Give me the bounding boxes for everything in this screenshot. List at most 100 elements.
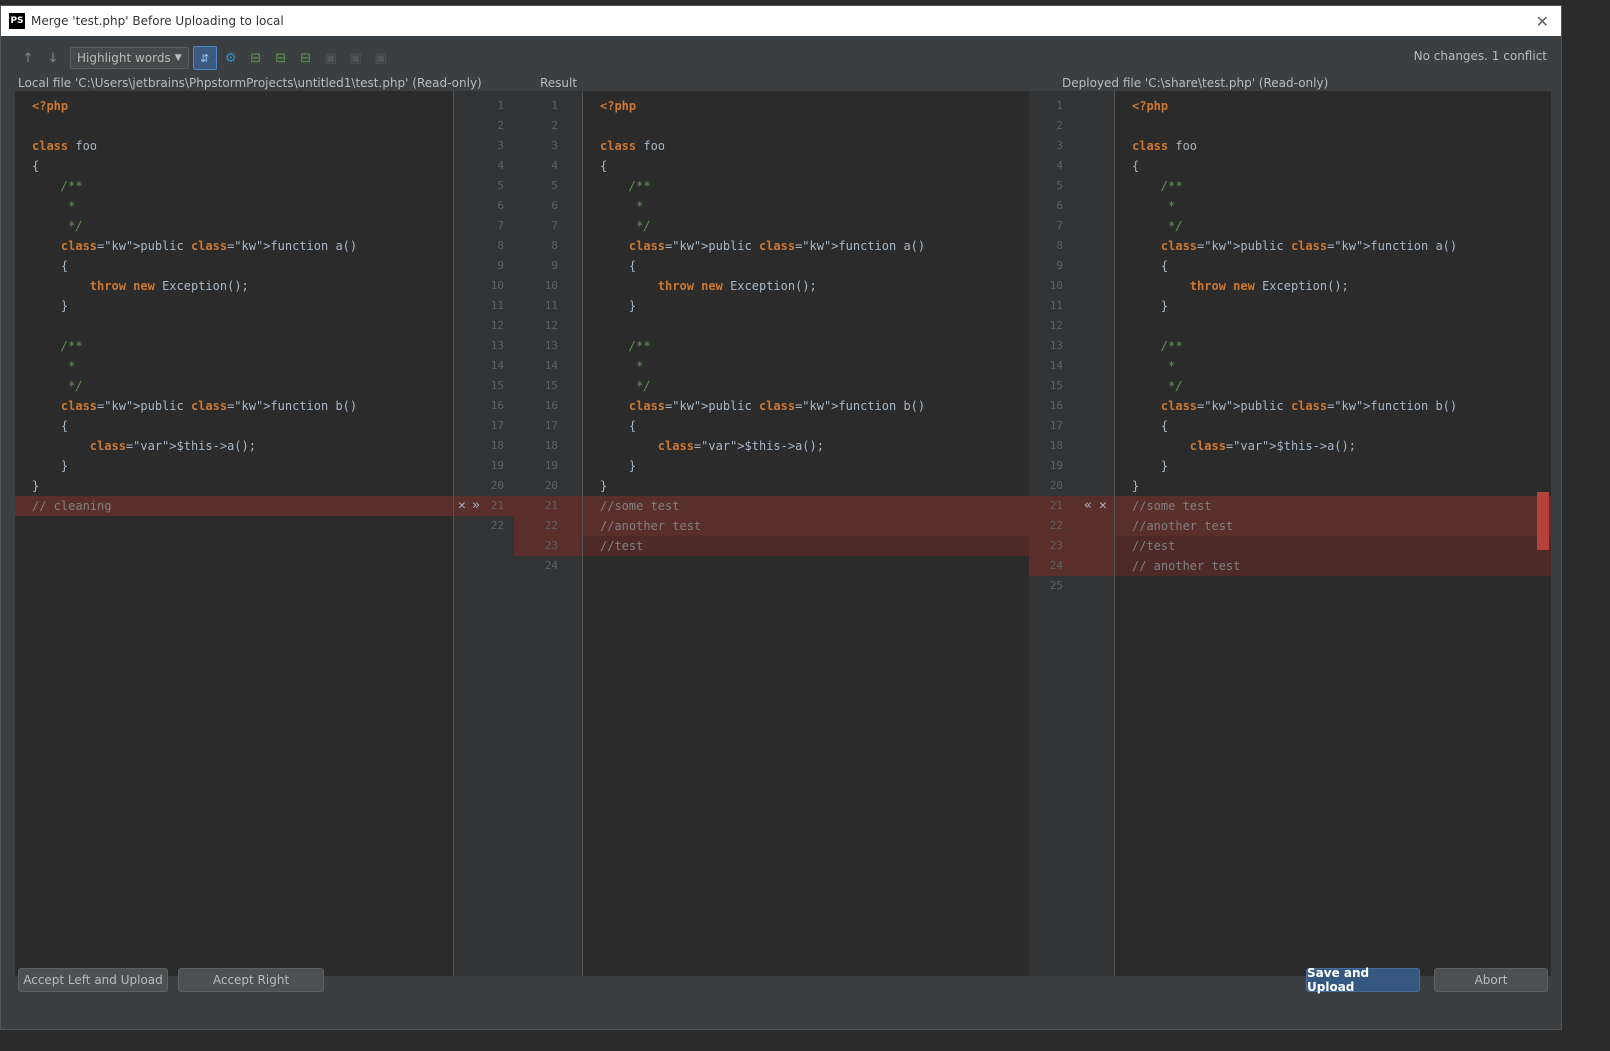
result-code-line[interactable]: //another test [600, 516, 701, 536]
result-code-line[interactable]: */ [600, 376, 650, 396]
apply-left-chevron-right-icon[interactable]: » [472, 496, 480, 516]
toolbar: ↑ ↓ Highlight words ▼ ⇵ ⚙ ⊟ ⊟ ⊟ ▣ ▣ ▣ No… [1, 44, 1561, 72]
right-code-line[interactable]: //test [1132, 536, 1175, 556]
reject-right-close-icon[interactable]: ✕ [1099, 496, 1107, 516]
accept-left-side-icon[interactable]: ▣ [320, 47, 342, 69]
left-code-line[interactable]: /** [32, 336, 83, 356]
left-code-line[interactable]: } [32, 456, 68, 476]
close-icon[interactable]: ✕ [1536, 12, 1549, 31]
left-code-line[interactable]: // cleaning [32, 496, 111, 516]
right-line-number: 14 [1049, 359, 1063, 372]
left-code-line[interactable]: /** [32, 176, 83, 196]
result-code-line[interactable]: class foo [600, 136, 665, 156]
left-code-line[interactable]: { [32, 156, 39, 176]
left-code-line[interactable]: } [32, 296, 68, 316]
left-code-line[interactable]: class="var">$this->a(); [32, 436, 256, 456]
right-code-line[interactable]: * [1132, 196, 1175, 216]
right-code-line[interactable]: class="kw">public class="kw">function a(… [1132, 236, 1457, 256]
left-line-number: 22 [490, 519, 504, 532]
result-line-number: 15 [544, 379, 558, 392]
result-code-line[interactable]: } [600, 296, 636, 316]
left-code-line[interactable]: class foo [32, 136, 97, 156]
highlight-mode-dropdown[interactable]: Highlight words ▼ [70, 47, 189, 69]
result-code-line[interactable]: } [600, 456, 636, 476]
right-code-line[interactable]: /** [1132, 336, 1183, 356]
left-code-line[interactable]: { [32, 416, 68, 436]
conflict-scroll-marker[interactable] [1537, 492, 1549, 550]
next-change-icon[interactable]: ↓ [42, 47, 64, 69]
apply-left-icon[interactable]: ⊟ [245, 47, 267, 69]
right-code-line[interactable]: { [1132, 416, 1168, 436]
right-code-line[interactable]: * [1132, 356, 1175, 376]
left-line-number: 9 [497, 259, 504, 272]
result-code-line[interactable]: <?php [600, 96, 636, 116]
left-editor[interactable]: <?php class foo{ /** * */ class="kw">publ… [15, 91, 453, 976]
left-code-line[interactable]: <?php [32, 96, 68, 116]
left-line-number: 21 [490, 499, 504, 512]
prev-change-icon[interactable]: ↑ [17, 47, 39, 69]
right-code-line[interactable]: */ [1132, 376, 1182, 396]
right-code-line[interactable]: <?php [1132, 96, 1168, 116]
left-code-line[interactable]: * [32, 356, 75, 376]
result-code-line[interactable]: { [600, 156, 607, 176]
right-code-line[interactable]: //another test [1132, 516, 1233, 536]
left-code-line[interactable]: class="kw">public class="kw">function a(… [32, 236, 357, 256]
right-code-line[interactable]: class="var">$this->a(); [1132, 436, 1356, 456]
right-code-line[interactable]: /** [1132, 176, 1183, 196]
compare-icon[interactable]: ▣ [370, 47, 392, 69]
right-code-line[interactable]: //some test [1132, 496, 1211, 516]
result-code-line[interactable]: */ [600, 216, 650, 236]
left-code-line[interactable]: throw new Exception(); [32, 276, 249, 296]
result-code-line[interactable]: } [600, 476, 607, 496]
gear-icon[interactable]: ⚙ [220, 47, 242, 69]
result-code-line[interactable]: * [600, 196, 643, 216]
result-line-number: 20 [544, 479, 558, 492]
left-line-number: 2 [497, 119, 504, 132]
result-code-line[interactable]: //test [600, 536, 643, 556]
accept-right-button[interactable]: Accept Right [178, 968, 324, 992]
right-code-line[interactable]: class="kw">public class="kw">function b(… [1132, 396, 1457, 416]
accept-left-button[interactable]: Accept Left and Upload [18, 968, 168, 992]
result-code-line[interactable]: class="var">$this->a(); [600, 436, 824, 456]
left-code-line[interactable]: } [32, 476, 39, 496]
left-code-line[interactable]: class="kw">public class="kw">function b(… [32, 396, 357, 416]
result-code-line[interactable]: class="kw">public class="kw">function b(… [600, 396, 925, 416]
result-line-number: 22 [544, 519, 558, 532]
result-code-line[interactable]: * [600, 356, 643, 376]
right-code-line[interactable]: throw new Exception(); [1132, 276, 1349, 296]
result-code-line[interactable]: { [600, 416, 636, 436]
right-code-line[interactable]: } [1132, 456, 1168, 476]
result-code-line[interactable]: /** [600, 336, 651, 356]
apply-all-icon[interactable]: ⊟ [270, 47, 292, 69]
left-line-number: 13 [490, 339, 504, 352]
result-code-line[interactable]: throw new Exception(); [600, 276, 817, 296]
accept-right-side-icon[interactable]: ▣ [345, 47, 367, 69]
result-code-line[interactable]: { [600, 256, 636, 276]
left-code-line[interactable]: { [32, 256, 68, 276]
left-code-line[interactable]: */ [32, 216, 82, 236]
result-line-number: 2 [551, 119, 558, 132]
apply-right-chevron-left-icon[interactable]: « [1084, 496, 1092, 516]
right-line-number: 25 [1049, 579, 1063, 592]
save-and-upload-button[interactable]: Save and Upload [1306, 966, 1420, 994]
abort-button[interactable]: Abort [1434, 968, 1548, 992]
result-editor[interactable]: <?php class foo{ /** * */ class="kw">publ… [583, 91, 1029, 976]
result-code-line[interactable]: /** [600, 176, 651, 196]
left-line-number: 15 [490, 379, 504, 392]
right-code-line[interactable]: { [1132, 156, 1139, 176]
right-editor[interactable]: <?php class foo{ /** * */ class="kw">publ… [1115, 91, 1551, 976]
apply-right-icon[interactable]: ⊟ [295, 47, 317, 69]
right-code-line[interactable]: } [1132, 476, 1139, 496]
right-code-line[interactable]: // another test [1132, 556, 1240, 576]
right-code-line[interactable]: } [1132, 296, 1168, 316]
right-code-line[interactable]: { [1132, 256, 1168, 276]
result-code-line[interactable]: //some test [600, 496, 679, 516]
right-code-line[interactable]: */ [1132, 216, 1182, 236]
right-code-line[interactable]: class foo [1132, 136, 1197, 156]
reject-left-close-icon[interactable]: ✕ [458, 496, 466, 516]
left-code-line[interactable]: */ [32, 376, 82, 396]
left-code-line[interactable]: * [32, 196, 75, 216]
left-line-number: 3 [497, 139, 504, 152]
result-code-line[interactable]: class="kw">public class="kw">function a(… [600, 236, 925, 256]
sync-scroll-icon[interactable]: ⇵ [192, 46, 217, 70]
